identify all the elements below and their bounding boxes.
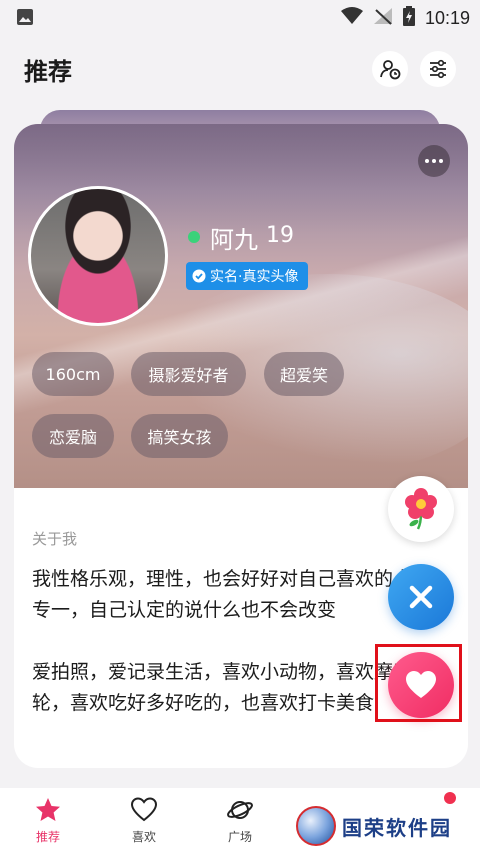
- profile-cover-photo: 阿九 19 实名·真实头像 160cm 摄影爱好者 超爱笑 恋爱脑 搞笑女孩: [14, 124, 468, 488]
- watermark-text: 国荣软件园: [342, 815, 452, 840]
- flower-icon: [405, 488, 437, 530]
- avatar[interactable]: [28, 186, 168, 326]
- profile-name: 阿九: [210, 226, 258, 254]
- header: 推荐: [0, 34, 480, 106]
- filter-button[interactable]: [420, 51, 456, 87]
- dislike-button[interactable]: [388, 564, 454, 630]
- more-options-button[interactable]: [418, 145, 450, 177]
- sliders-icon: [430, 59, 446, 79]
- visitor-button[interactable]: [372, 51, 408, 87]
- nav-label-plaza: 广场: [227, 830, 252, 844]
- nav-item-recommend[interactable]: 推荐: [8, 796, 88, 845]
- nav-item-plaza[interactable]: 广场: [200, 796, 280, 845]
- tag-height: 160cm: [32, 352, 114, 396]
- tag-funny-girl: 搞笑女孩: [131, 414, 228, 458]
- verified-check-icon: [192, 269, 206, 283]
- battery-icon: [402, 6, 415, 30]
- nav-label-likes: 喜欢: [131, 830, 156, 844]
- nav-label-recommend: 推荐: [35, 830, 60, 844]
- gallery-notification-icon: [16, 8, 34, 30]
- close-icon: [409, 585, 433, 609]
- tag-love-brain: 恋爱脑: [32, 414, 114, 458]
- status-time: 10:19: [424, 7, 470, 28]
- watermark: 国荣软件园: [296, 806, 452, 846]
- no-signal-icon: [373, 7, 393, 29]
- globe-logo-icon: [296, 806, 336, 846]
- highlight-annotation: [375, 644, 462, 722]
- notification-dot: [444, 792, 456, 804]
- about-text: 我性格乐观，理性，也会好好对自己喜欢的人，专一，自己认定的说什么也不会改变 爱拍…: [32, 568, 432, 714]
- about-label: 关于我: [32, 530, 78, 548]
- heart-outline-icon: [130, 797, 158, 822]
- verify-text: 实名·真实头像: [210, 269, 299, 285]
- profile-age: 19: [266, 223, 294, 248]
- user-clock-icon: [380, 60, 401, 80]
- wifi-icon: [340, 7, 363, 29]
- send-flower-button[interactable]: [388, 476, 454, 542]
- star-icon: [36, 798, 60, 821]
- tag-photography: 摄影爱好者: [131, 352, 246, 396]
- nav-item-likes[interactable]: 喜欢: [104, 796, 184, 845]
- verify-badge: 实名·真实头像: [186, 262, 309, 290]
- planet-icon: [227, 801, 253, 819]
- tag-love-laugh: 超爱笑: [264, 352, 344, 396]
- online-status-dot: [188, 231, 200, 243]
- page-title: 推荐: [24, 58, 72, 86]
- status-bar: 10:19: [0, 0, 480, 34]
